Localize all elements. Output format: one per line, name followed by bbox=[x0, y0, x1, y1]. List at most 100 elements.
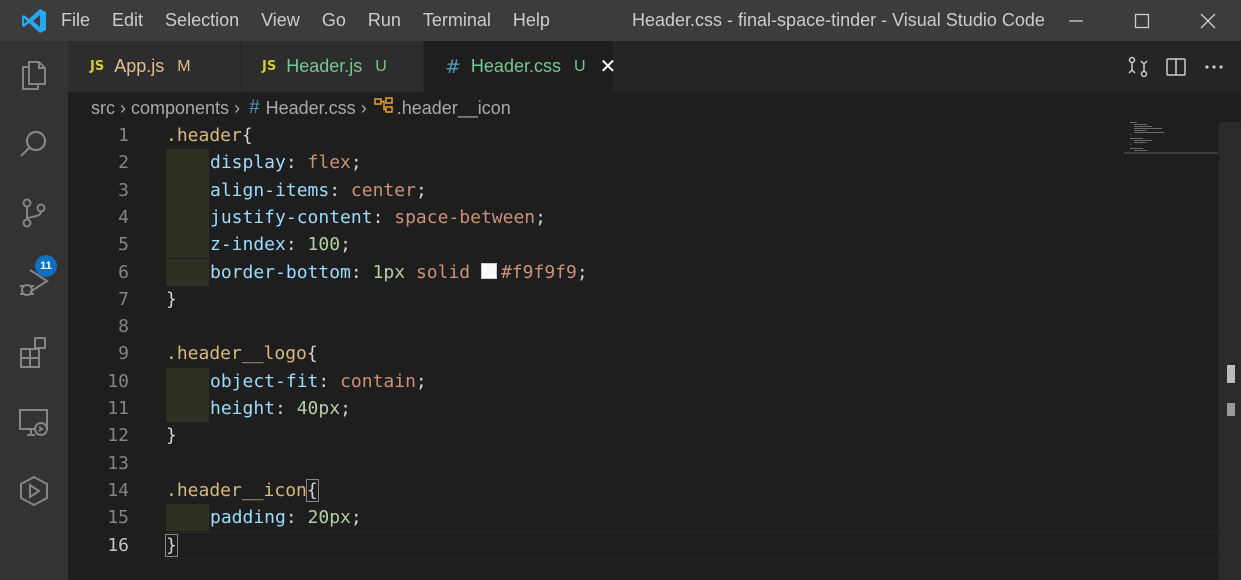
editor-actions bbox=[1119, 41, 1241, 92]
window-title: Header.css - final-space-tinder - Visual… bbox=[632, 10, 1045, 30]
menu-bar: File Edit Selection View Go Run Terminal Help bbox=[61, 0, 561, 41]
code-content: .header__icon{ bbox=[166, 477, 319, 504]
minimap-line bbox=[1130, 148, 1143, 149]
tab-header-js[interactable]: JS Header.js U bbox=[241, 41, 424, 92]
minimap-line bbox=[1134, 132, 1164, 133]
vertical-scrollbar[interactable] bbox=[1219, 122, 1241, 580]
line-number: 11 bbox=[107, 398, 129, 419]
line-number: 2 bbox=[118, 152, 129, 174]
code-token: 100 bbox=[307, 234, 341, 256]
minimap-line bbox=[1134, 126, 1152, 127]
live-share-icon[interactable] bbox=[0, 465, 68, 517]
split-editor-icon[interactable] bbox=[1157, 41, 1195, 92]
source-control-icon[interactable] bbox=[0, 187, 68, 239]
code-line: 10 object-fit: contain; bbox=[68, 367, 1218, 395]
remote-explorer-icon[interactable] bbox=[0, 396, 68, 448]
menu-view[interactable]: View bbox=[250, 0, 311, 41]
minimap-line bbox=[1134, 150, 1147, 151]
menu-run[interactable]: Run bbox=[357, 0, 412, 41]
code-token: solid bbox=[415, 261, 471, 283]
menu-terminal[interactable]: Terminal bbox=[412, 0, 502, 41]
more-actions-icon[interactable] bbox=[1195, 41, 1233, 92]
explorer-icon[interactable] bbox=[0, 49, 68, 101]
minimap-line bbox=[1130, 138, 1143, 139]
code-content: height: 40px; bbox=[210, 395, 351, 422]
code-token: ; bbox=[350, 507, 362, 529]
color-swatch[interactable] bbox=[480, 262, 497, 279]
code-token: : bbox=[372, 206, 395, 228]
code-content: padding: 20px; bbox=[210, 504, 362, 531]
indent-guide bbox=[166, 395, 209, 423]
code-token: contain bbox=[340, 370, 416, 392]
menu-file[interactable]: File bbox=[61, 0, 101, 41]
line-number: 16 bbox=[107, 534, 129, 556]
tab-header-css[interactable]: # Header.css U ✕ bbox=[424, 41, 617, 92]
menu-go[interactable]: Go bbox=[311, 0, 357, 41]
code-token: { bbox=[241, 125, 253, 146]
close-tab-icon[interactable]: ✕ bbox=[600, 54, 617, 79]
indent-guide bbox=[166, 176, 209, 204]
run-debug-icon[interactable] bbox=[0, 257, 68, 309]
close-window-button[interactable] bbox=[1175, 0, 1241, 41]
minimize-button[interactable] bbox=[1043, 0, 1109, 41]
indent-guide bbox=[166, 258, 209, 286]
code-line: 13 bbox=[68, 450, 1218, 477]
extensions-icon[interactable] bbox=[0, 326, 68, 378]
code-content: object-fit: contain; bbox=[210, 368, 427, 395]
maximize-button[interactable] bbox=[1109, 0, 1175, 41]
code-line: 4 justify-content: space-between; bbox=[68, 203, 1218, 232]
minimap-line bbox=[1130, 122, 1138, 123]
code-token: z-index bbox=[210, 234, 286, 256]
code-content: justify-content: space-between; bbox=[210, 204, 546, 231]
scrollbar-thumb[interactable] bbox=[1227, 403, 1235, 416]
breadcrumb-item[interactable]: Header.css bbox=[266, 98, 356, 119]
tab-app-js[interactable]: JS App.js M bbox=[68, 41, 241, 92]
minimap-line bbox=[1134, 124, 1147, 125]
code-token: #f9f9f9 bbox=[500, 261, 577, 283]
menu-edit[interactable]: Edit bbox=[101, 0, 154, 41]
code-token: ; bbox=[350, 152, 362, 174]
js-file-icon: JS bbox=[262, 59, 277, 74]
close-icon bbox=[1200, 13, 1216, 28]
code-content: .header{ bbox=[166, 122, 253, 149]
breadcrumb-item[interactable]: .header__icon bbox=[397, 98, 511, 119]
vscode-logo-icon bbox=[0, 0, 68, 41]
symbol-class-icon bbox=[373, 96, 394, 120]
code-token: height bbox=[210, 398, 276, 419]
line-number: 15 bbox=[107, 507, 129, 529]
code-token: } bbox=[166, 288, 177, 310]
menu-selection[interactable]: Selection bbox=[154, 0, 250, 41]
code-token: justify-content bbox=[210, 206, 373, 228]
indent-guide bbox=[166, 367, 209, 395]
menu-help[interactable]: Help bbox=[502, 0, 561, 41]
code-line: 6 border-bottom: 1px solid #f9f9f9; bbox=[68, 258, 1218, 286]
minimap-line bbox=[1134, 142, 1146, 143]
code-content: .header__logo{ bbox=[166, 340, 318, 367]
breadcrumb-item[interactable]: components bbox=[131, 98, 229, 119]
compare-changes-icon[interactable] bbox=[1119, 41, 1157, 92]
code-token: .header__icon bbox=[166, 479, 307, 501]
code-editor[interactable]: 1 .header{2 display: flex; 3 align-items: ce… bbox=[68, 122, 1218, 580]
code-line: 7} bbox=[68, 286, 1218, 313]
code-token: ; bbox=[535, 206, 546, 228]
chevron-right-icon: › bbox=[360, 97, 367, 118]
code-token: : bbox=[285, 234, 308, 256]
code-token: padding bbox=[210, 507, 286, 529]
window-controls bbox=[1043, 0, 1241, 41]
code-content: display: flex; bbox=[210, 149, 362, 176]
minimap-line bbox=[1134, 128, 1162, 129]
line-number: 6 bbox=[118, 261, 129, 283]
search-icon[interactable] bbox=[0, 118, 68, 170]
code-token: : bbox=[350, 261, 373, 283]
code-token: ; bbox=[576, 261, 588, 283]
line-number: 5 bbox=[118, 234, 129, 256]
code-token: space-between bbox=[394, 206, 536, 228]
minimap-line bbox=[1130, 134, 1131, 135]
minimap[interactable] bbox=[1128, 122, 1220, 162]
line-number: 13 bbox=[107, 452, 129, 474]
code-token: 40px bbox=[296, 398, 341, 419]
breadcrumb-item[interactable]: src bbox=[91, 98, 115, 119]
code-content: border-bottom: 1px solid #f9f9f9; bbox=[210, 259, 588, 286]
chevron-right-icon: › bbox=[120, 97, 126, 118]
